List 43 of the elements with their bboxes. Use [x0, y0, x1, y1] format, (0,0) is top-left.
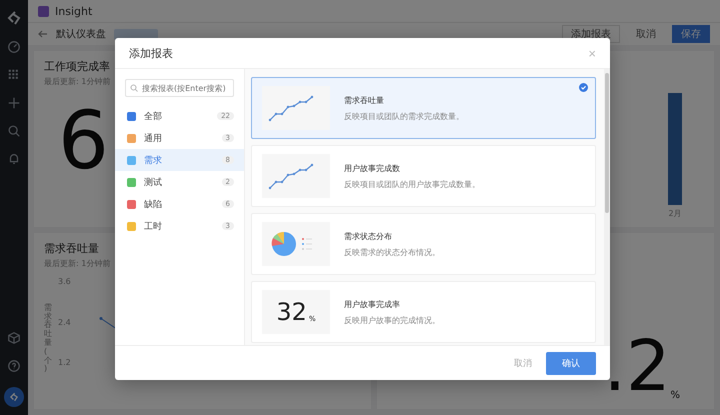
report-card[interactable]: 需求吞吐量 反映项目或团队的需求完成数量。 [251, 77, 596, 139]
search-icon[interactable] [7, 124, 21, 138]
report-description: 反映项目或团队的用户故事完成数量。 [344, 178, 480, 190]
card-title: 工作项完成率 [44, 59, 110, 74]
axis-label: 2月 [668, 208, 682, 219]
report-description: 反映项目或团队的需求完成数量。 [344, 110, 464, 122]
help-icon[interactable] [7, 359, 21, 373]
search-icon [130, 84, 138, 92]
cube-icon[interactable] [7, 331, 21, 345]
bell-icon[interactable] [7, 152, 21, 166]
back-arrow-icon[interactable] [38, 29, 48, 39]
scrollbar-thumb[interactable] [605, 73, 609, 213]
report-card[interactable]: 用户故事完成数 反映项目或团队的用户故事完成数量。 [251, 145, 596, 207]
update-time: 最后更新: 1分钟前 [44, 76, 110, 87]
report-title: 用户故事完成率 [344, 298, 401, 310]
app-title: Insight [55, 4, 92, 18]
metric-unit: % [670, 391, 680, 401]
app-icon [38, 6, 49, 16]
report-title: 需求吞吐量 [344, 94, 385, 106]
dialog-title: 添加报表 [129, 46, 173, 60]
update-time: 最后更新: 1分钟前 [44, 258, 110, 269]
avatar[interactable] [4, 387, 24, 407]
card-title: 需求吞吐量 [44, 241, 99, 256]
metric-value: 32 [276, 298, 307, 326]
axis-title: 需求吞吐量(个) [44, 304, 52, 374]
plus-icon[interactable] [7, 96, 21, 110]
report-title: 需求状态分布 [344, 230, 393, 242]
grid-icon[interactable] [7, 68, 21, 82]
report-title: 用户故事完成数 [344, 162, 401, 174]
axis-tick: 3.6 [58, 277, 71, 286]
axis-tick: 2.4 [58, 318, 71, 326]
gauge-icon[interactable] [7, 40, 21, 54]
logo-icon[interactable] [6, 10, 22, 26]
report-card[interactable]: 需求状态分布 反映需求的状态分布情况。 [251, 213, 596, 275]
dashboard-dropdown[interactable]: 默认仪表盘 [56, 27, 106, 41]
metric-value: .2 [604, 331, 670, 401]
metric-value: 6 [58, 94, 109, 187]
report-description: 反映需求的状态分布情况。 [344, 246, 440, 258]
report-description: 反映用户故事的完成情况。 [344, 314, 440, 326]
status-tag [114, 28, 158, 40]
search-field[interactable]: 搜索报表(按Enter搜索) [125, 79, 234, 97]
axis-tick: 1.2 [58, 358, 71, 367]
check-icon [579, 83, 588, 92]
